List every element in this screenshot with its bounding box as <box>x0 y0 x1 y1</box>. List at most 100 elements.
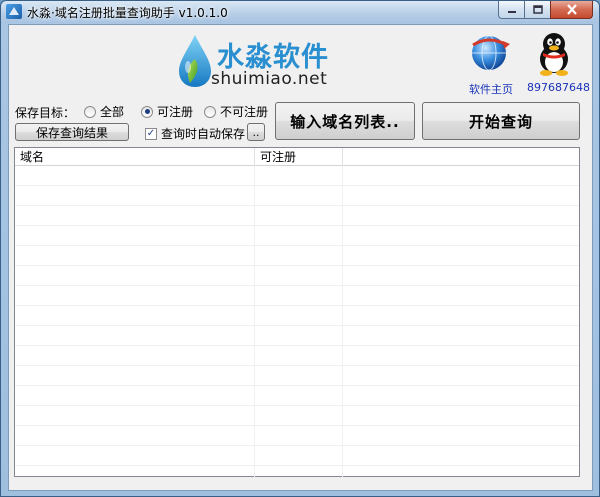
table-cell <box>255 226 343 246</box>
column-header-domain[interactable]: 域名 <box>15 148 255 166</box>
table-row[interactable] <box>15 166 579 186</box>
table-cell <box>343 286 579 306</box>
table-row[interactable] <box>15 386 579 406</box>
minimize-button[interactable] <box>498 1 524 19</box>
save-results-button[interactable]: 保存查询结果 <box>15 123 129 141</box>
table-cell <box>15 446 255 466</box>
radio-available-label: 可注册 <box>157 105 194 119</box>
table-cell <box>343 406 579 426</box>
table-row[interactable] <box>15 426 579 446</box>
table-cell <box>15 366 255 386</box>
input-domain-list-button[interactable]: 输入域名列表.. <box>275 102 415 140</box>
table-row[interactable] <box>15 306 579 326</box>
table-row[interactable] <box>15 446 579 466</box>
table-row[interactable] <box>15 466 579 486</box>
table-cell <box>255 286 343 306</box>
table-cell <box>343 226 579 246</box>
radio-unavailable-label: 不可注册 <box>220 105 269 119</box>
radio-available[interactable]: 可注册 <box>141 103 193 120</box>
table-row[interactable] <box>15 266 579 286</box>
table-cell <box>15 406 255 426</box>
table-cell <box>255 366 343 386</box>
table-row[interactable] <box>15 406 579 426</box>
close-button[interactable] <box>550 1 593 19</box>
table-row[interactable] <box>15 186 579 206</box>
app-window: 水淼·域名注册批量查询助手 v1.0.1.0 水淼软件 shuimiao.net… <box>0 0 600 497</box>
table-cell <box>255 306 343 326</box>
maximize-button[interactable] <box>524 1 550 19</box>
table-cell <box>343 446 579 466</box>
homepage-label: 软件主页 <box>469 83 513 96</box>
table-cell <box>15 266 255 286</box>
window-title: 水淼·域名注册批量查询助手 v1.0.1.0 <box>27 6 228 20</box>
qq-contact-link[interactable]: 897687648 <box>527 31 590 94</box>
table-cell <box>255 466 343 486</box>
logo: 水淼软件 shuimiao.net <box>173 31 343 91</box>
table-cell <box>15 206 255 226</box>
table-cell <box>15 166 255 186</box>
radio-unavailable-dot[interactable] <box>204 105 216 118</box>
table-cell <box>343 386 579 406</box>
radio-available-dot[interactable] <box>141 105 153 118</box>
table-cell <box>15 386 255 406</box>
table-cell <box>15 306 255 326</box>
table-cell <box>343 206 579 226</box>
table-header: 域名 可注册 <box>15 148 579 166</box>
table-row[interactable] <box>15 246 579 266</box>
results-table[interactable]: 域名 可注册 <box>14 147 580 486</box>
table-cell <box>15 226 255 246</box>
table-cell <box>343 366 579 386</box>
table-cell <box>15 426 255 446</box>
radio-all[interactable]: 全部 <box>84 103 124 120</box>
window-controls <box>498 1 593 19</box>
table-cell <box>343 166 579 186</box>
radio-unavailable[interactable]: 不可注册 <box>204 103 268 120</box>
table-cell <box>343 466 579 486</box>
app-icon[interactable] <box>6 4 22 19</box>
table-cell <box>255 386 343 406</box>
table-row[interactable] <box>15 206 579 226</box>
title-bar[interactable]: 水淼·域名注册批量查询助手 v1.0.1.0 <box>1 1 599 23</box>
table-cell <box>255 246 343 266</box>
table-body[interactable] <box>15 166 579 486</box>
radio-all-dot[interactable] <box>84 105 96 118</box>
minimize-icon <box>507 10 516 13</box>
table-cell <box>343 346 579 366</box>
table-cell <box>15 246 255 266</box>
maximize-icon <box>532 4 543 14</box>
table-cell <box>255 206 343 226</box>
column-header-available[interactable]: 可注册 <box>255 148 343 166</box>
table-cell <box>15 286 255 306</box>
table-cell <box>255 166 343 186</box>
auto-save-label: 查询时自动保存 <box>161 127 246 141</box>
auto-save-checkbox[interactable]: ✓ 查询时自动保存 <box>145 125 245 142</box>
qq-penguin-icon <box>540 33 568 76</box>
table-cell <box>343 266 579 286</box>
homepage-link[interactable]: 软件主页 <box>465 31 517 96</box>
save-target-label: 保存目标： <box>15 106 76 120</box>
radio-all-label: 全部 <box>100 105 125 119</box>
table-row[interactable] <box>15 286 579 306</box>
start-query-button[interactable]: 开始查询 <box>422 102 580 140</box>
table-cell <box>255 346 343 366</box>
column-header-empty[interactable] <box>343 148 579 166</box>
table-row[interactable] <box>15 366 579 386</box>
table-cell <box>15 326 255 346</box>
globe-icon <box>472 35 510 71</box>
browse-button[interactable]: .. <box>247 123 265 141</box>
close-icon <box>566 4 577 15</box>
table-row[interactable] <box>15 326 579 346</box>
table-cell <box>343 326 579 346</box>
qq-number-label: 897687648 <box>527 81 590 94</box>
table-row[interactable] <box>15 346 579 366</box>
table-cell <box>15 346 255 366</box>
logo-text-en: shuimiao.net <box>211 69 328 89</box>
table-row[interactable] <box>15 226 579 246</box>
table-cell <box>343 426 579 446</box>
check-icon[interactable]: ✓ <box>145 127 157 140</box>
table-cell <box>255 326 343 346</box>
client-area: 水淼软件 shuimiao.net 软件主页 897687648 保存目标： 全… <box>8 24 593 491</box>
table-cell <box>15 466 255 486</box>
table-cell <box>343 306 579 326</box>
table-cell <box>255 186 343 206</box>
